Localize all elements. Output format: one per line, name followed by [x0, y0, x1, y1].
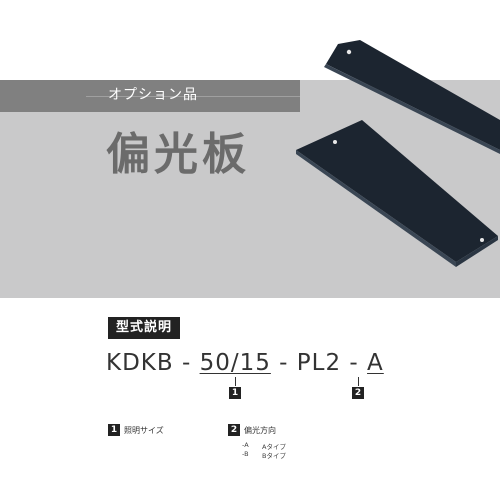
model-code: KDKB - 50/15 - PL2 - A — [106, 350, 384, 376]
option-b-desc: Bタイプ — [262, 452, 286, 460]
polarizer-plates-image — [296, 40, 500, 267]
option-b-code: -B — [242, 450, 249, 458]
legend-1-label: 照明サイズ — [124, 426, 164, 435]
marker-1-line — [235, 377, 236, 386]
option-a-code: -A — [242, 441, 249, 449]
legend-2-badge: 2 — [228, 424, 240, 436]
marker-2-line — [358, 377, 359, 386]
polarizer-plate-bottom — [296, 120, 498, 262]
marker-2-badge: 2 — [352, 387, 364, 399]
model-part-direction: A — [367, 350, 384, 376]
section-label: 型式説明 — [108, 317, 181, 339]
marker-1-badge: 1 — [229, 387, 241, 399]
legend-1-badge: 1 — [108, 424, 120, 436]
legend-2-label: 偏光方向 — [244, 426, 276, 435]
model-mid: - PL2 - — [270, 350, 368, 376]
model-prefix: KDKB - — [106, 350, 200, 376]
model-part-size: 50/15 — [199, 350, 271, 376]
hero-section: オプション品 偏光板 — [0, 0, 500, 298]
